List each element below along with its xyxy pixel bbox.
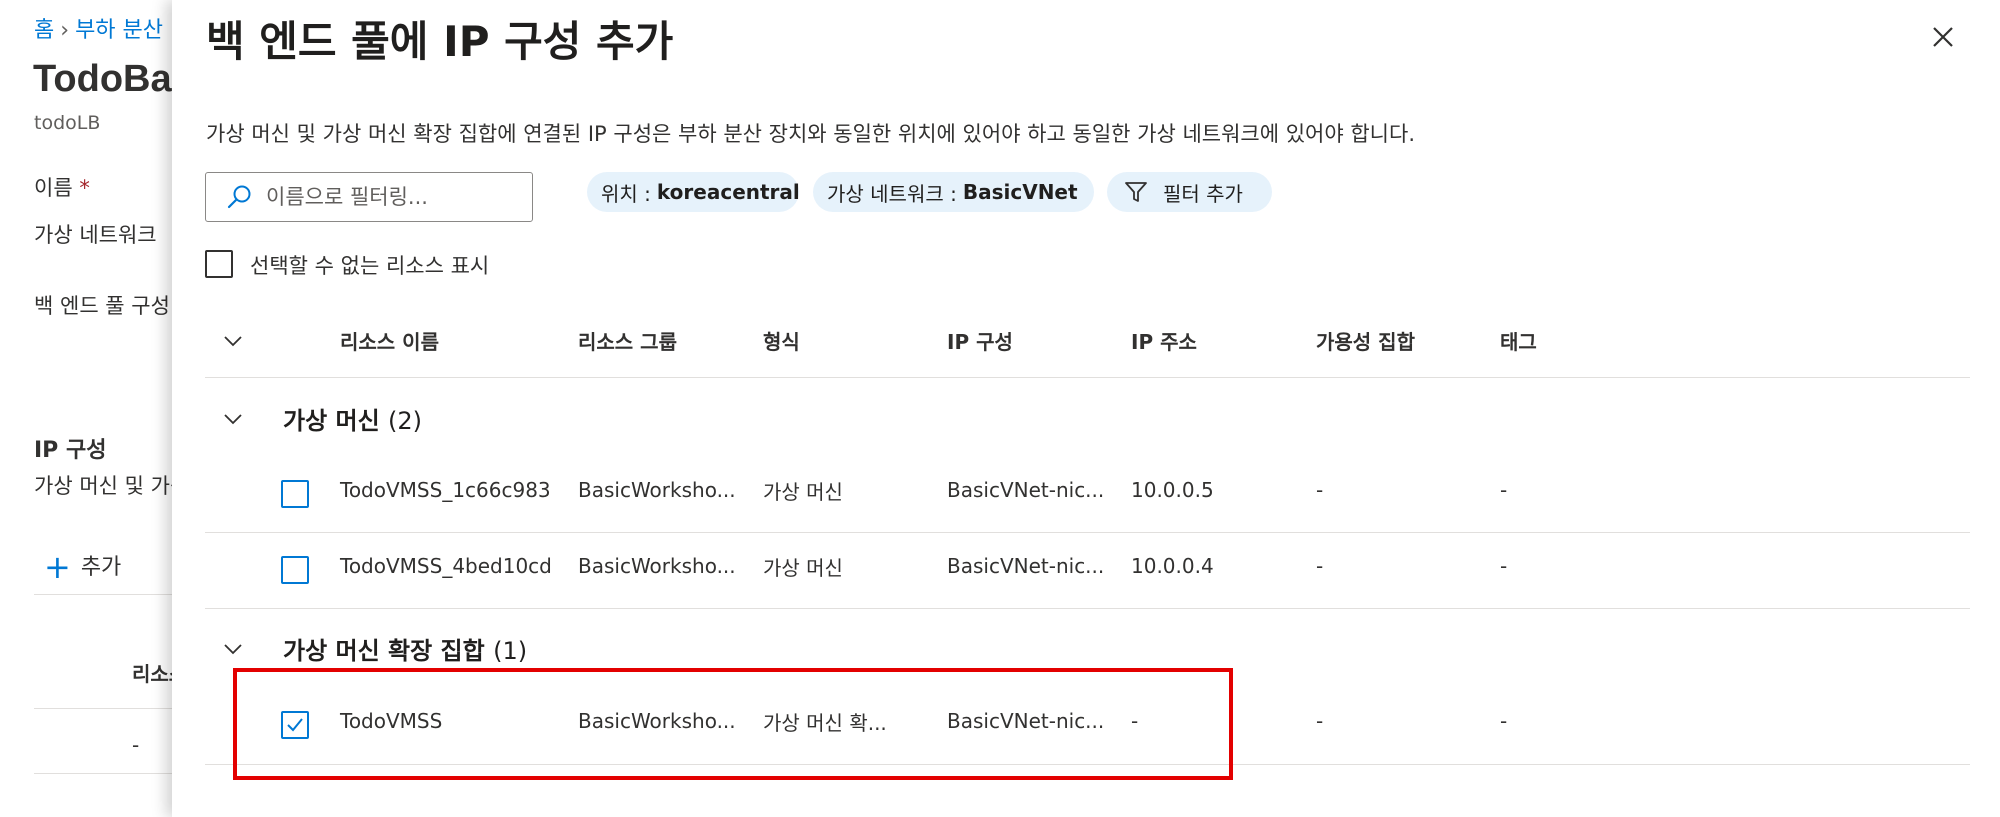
cell-tags: - <box>1500 554 1508 578</box>
pill-key: 위치 : <box>601 181 651 206</box>
cell-availability-set: - <box>1316 554 1324 578</box>
pill-value: koreacentral <box>656 180 800 204</box>
cell-availability-set: - <box>1316 478 1324 502</box>
cell-ip-config: BasicVNet-nic... <box>947 709 1105 733</box>
divider <box>205 608 1970 609</box>
column-header-resource-group[interactable]: 리소스 그룹 <box>578 326 677 355</box>
name-label: 이름 * <box>34 172 90 202</box>
filter-by-name-field[interactable] <box>205 172 533 222</box>
ip-section-desc: 가상 머신 및 가상 <box>34 474 190 498</box>
chevron-down-icon[interactable] <box>222 408 244 430</box>
cell-type: 가상 머신 <box>763 556 843 580</box>
divider <box>205 764 1970 765</box>
row-checkbox[interactable] <box>281 480 309 508</box>
add-button[interactable]: + 추가 <box>44 548 121 586</box>
chevron-down-icon[interactable] <box>222 330 244 352</box>
cell-ip-address: 10.0.0.5 <box>1131 478 1214 502</box>
location-filter-pill[interactable]: 위치 : koreacentral <box>587 172 800 212</box>
breadcrumb: 홈 › 부하 분산 <box>34 12 163 44</box>
group-count: (2) <box>388 407 423 435</box>
group-name: 가상 머신 확장 집합 <box>283 637 485 665</box>
cell-resource-name[interactable]: TodoVMSS <box>340 709 442 733</box>
chevron-down-icon[interactable] <box>222 638 244 660</box>
column-header-resource-name[interactable]: 리소스 이름 <box>340 326 439 355</box>
cell-tags: - <box>1500 478 1508 502</box>
column-header-availability-set[interactable]: 가용성 집합 <box>1316 326 1415 355</box>
checkmark-icon <box>287 718 303 732</box>
column-header-tags[interactable]: 태그 <box>1500 326 1537 355</box>
group-count: (1) <box>493 637 528 665</box>
cell-resource-group: BasicWorksho... <box>578 478 736 502</box>
cell-ip-config: BasicVNet-nic... <box>947 478 1105 502</box>
plus-icon: + <box>44 548 71 586</box>
cell-tags: - <box>1500 709 1508 733</box>
breadcrumb-home[interactable]: 홈 <box>34 18 54 43</box>
breadcrumb-separator-icon: › <box>60 18 70 43</box>
table-cell: - <box>132 733 140 757</box>
cell-type: 가상 머신 <box>763 480 843 504</box>
pane-title: 백 엔드 풀에 IP 구성 추가 <box>206 17 674 66</box>
ip-section-title: IP 구성 <box>34 438 107 463</box>
filter-by-name-input[interactable] <box>264 184 528 210</box>
pill-value: BasicVNet <box>962 180 1078 204</box>
close-icon[interactable] <box>1928 22 1958 52</box>
pool-config-label: 백 엔드 풀 구성 <box>34 294 170 318</box>
filter-icon <box>1125 182 1147 202</box>
column-header-ip-config[interactable]: IP 구성 <box>947 326 1013 355</box>
background-blade: 홈›부하 분산 TodoBackend todoLB 이름 * 가상 네트워크 … <box>0 0 200 817</box>
pill-key: 가상 네트워크 : <box>827 181 957 206</box>
column-header-type[interactable]: 형식 <box>763 326 800 355</box>
required-mark: * <box>79 176 90 200</box>
page-subtitle: todoLB <box>34 112 101 134</box>
add-button-label: 추가 <box>80 555 122 580</box>
cell-ip-config: BasicVNet-nic... <box>947 554 1105 578</box>
cell-type: 가상 머신 확... <box>763 711 887 735</box>
divider <box>205 377 1970 378</box>
show-unselectable-label: 선택할 수 없는 리소스 표시 <box>250 254 490 278</box>
group-header-vmss[interactable]: 가상 머신 확장 집합 (1) <box>283 631 527 666</box>
add-filter-label: 필터 추가 <box>1163 181 1243 206</box>
vnet-label: 가상 네트워크 <box>34 223 157 247</box>
show-unselectable-checkbox[interactable] <box>205 250 233 278</box>
cell-resource-group: BasicWorksho... <box>578 709 736 733</box>
group-name: 가상 머신 <box>283 407 380 435</box>
row-checkbox-checked[interactable] <box>281 711 309 739</box>
cell-availability-set: - <box>1316 709 1324 733</box>
cell-ip-address: 10.0.0.4 <box>1131 554 1214 578</box>
search-icon <box>227 185 251 209</box>
add-ip-config-pane: 백 엔드 풀에 IP 구성 추가 가상 머신 및 가상 머신 확장 집합에 연결… <box>172 0 2000 817</box>
cell-resource-name[interactable]: TodoVMSS_4bed10cd <box>340 554 552 578</box>
vnet-filter-pill[interactable]: 가상 네트워크 : BasicVNet <box>813 172 1094 212</box>
cell-resource-name[interactable]: TodoVMSS_1c66c983 <box>340 478 551 502</box>
cell-ip-address: - <box>1131 709 1139 733</box>
pane-description: 가상 머신 및 가상 머신 확장 집합에 연결된 IP 구성은 부하 분산 장치… <box>206 122 1415 146</box>
row-checkbox[interactable] <box>281 556 309 584</box>
group-header-vm[interactable]: 가상 머신 (2) <box>283 401 422 436</box>
divider <box>205 532 1970 533</box>
add-filter-button[interactable]: 필터 추가 <box>1107 172 1272 212</box>
column-header-ip-address[interactable]: IP 주소 <box>1131 326 1197 355</box>
name-label-text: 이름 <box>34 176 73 200</box>
breadcrumb-load-balancing[interactable]: 부하 분산 <box>75 18 163 43</box>
cell-resource-group: BasicWorksho... <box>578 554 736 578</box>
